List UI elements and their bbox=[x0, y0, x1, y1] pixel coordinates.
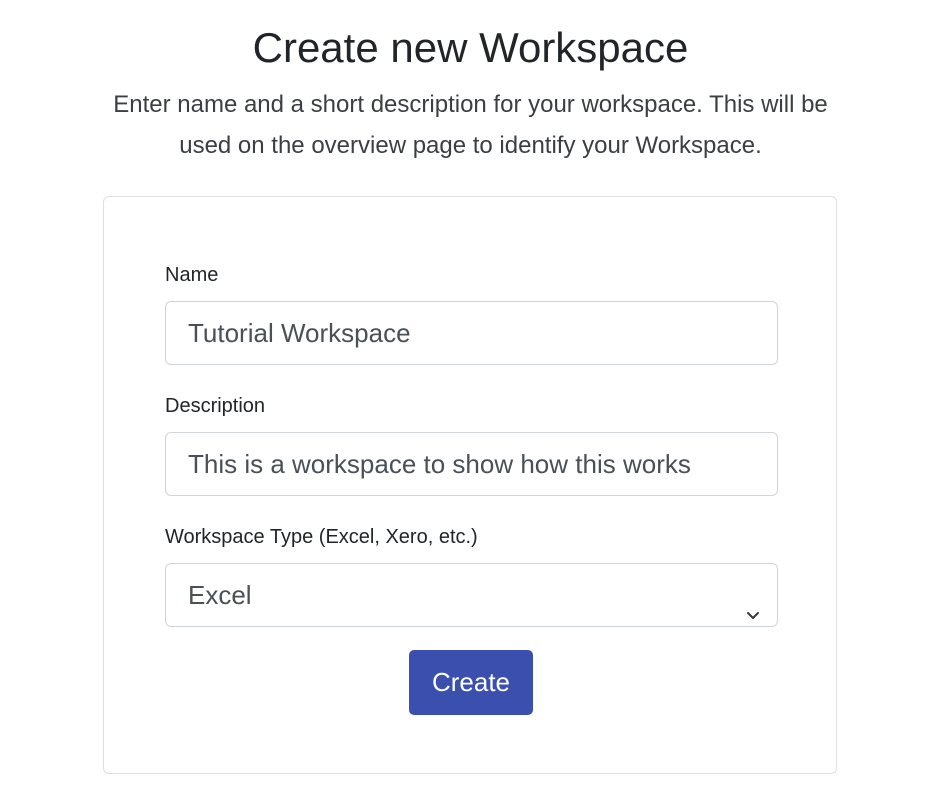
page-title: Create new Workspace bbox=[252, 24, 689, 71]
description-input[interactable] bbox=[165, 432, 778, 496]
chevron-down-icon bbox=[743, 585, 763, 619]
page-subtitle: Enter name and a short description for y… bbox=[113, 91, 828, 159]
description-label: Description bbox=[165, 395, 266, 417]
workspace-type-label: Workspace Type (Excel, Xero, etc.) bbox=[165, 526, 478, 548]
workspace-type-select[interactable]: Excel bbox=[165, 563, 778, 627]
name-input[interactable] bbox=[165, 301, 778, 365]
create-workspace-card: Name Description Workspace Type (Excel, … bbox=[103, 196, 837, 774]
workspace-type-selected-value: Excel bbox=[188, 580, 252, 610]
create-button[interactable]: Create bbox=[409, 650, 533, 715]
name-label: Name bbox=[165, 264, 219, 286]
